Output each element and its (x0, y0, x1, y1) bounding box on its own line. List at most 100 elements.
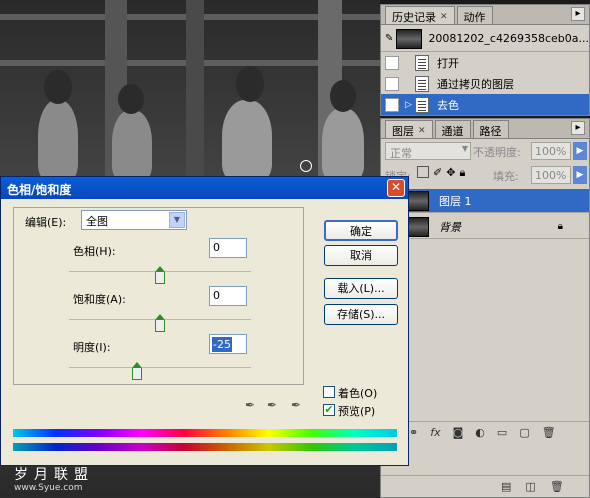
watermark-text: 岁月联盟 (14, 467, 94, 483)
lock-buttons: ✐ ✥ 🔒︎ (417, 166, 465, 180)
history-item-desaturate[interactable]: ▷ 去色 (381, 94, 589, 115)
hue-slider-thumb[interactable] (155, 266, 165, 284)
tab-paths[interactable]: 路径 (472, 120, 509, 138)
adjustment-group (13, 207, 304, 385)
layer-row-layer1[interactable]: 图层 1 (381, 189, 589, 213)
layer-name: 背景 (439, 220, 461, 234)
close-button[interactable]: ✕ (387, 179, 405, 197)
trash-icon[interactable]: 🗑︎ (542, 426, 556, 443)
fill-label: 填充: (493, 170, 519, 183)
preview-checkbox[interactable]: ✔ (323, 404, 335, 416)
photo-figure (222, 100, 272, 180)
close-icon[interactable]: ✕ (418, 126, 426, 136)
opacity-label: 不透明度: (473, 146, 521, 159)
layer-row-background[interactable]: 背景 🔒︎ (381, 215, 589, 239)
photo-figure (38, 100, 78, 180)
chevron-down-icon: ▼ (169, 212, 185, 228)
snapshot-thumbnail (396, 28, 423, 49)
history-item-label: 打开 (437, 56, 459, 70)
opacity-input[interactable]: 100% (531, 142, 571, 160)
link-layers-icon[interactable]: ⚭ (409, 426, 418, 443)
hue-input[interactable]: 0 (209, 238, 247, 258)
chevron-down-icon: ▼ (461, 144, 468, 153)
layers-tabbar: 图层 ✕ 通道 路径 (381, 119, 589, 139)
opacity-arrow-icon[interactable]: ▶ (573, 142, 587, 160)
tab-layers[interactable]: 图层 ✕ (385, 120, 433, 138)
eyedropper-minus-icon[interactable]: ✒ (291, 398, 305, 412)
source-spectrum-bar (13, 429, 397, 437)
edit-label: 编辑(E): (23, 214, 69, 230)
lightness-label: 明度(I): (73, 341, 111, 354)
history-source-checkbox[interactable] (385, 55, 399, 70)
layer-mask-icon[interactable]: ◙ (453, 426, 464, 443)
lock-position-icon[interactable]: ✥ (446, 166, 455, 180)
eyedropper-plus-icon[interactable]: ✒ (267, 398, 281, 412)
result-spectrum-bar (13, 443, 397, 451)
photo-figure-head (44, 70, 72, 104)
fill-input[interactable]: 100% (531, 166, 571, 184)
adjustment-layer-icon[interactable]: ◐ (475, 426, 485, 443)
tab-actions[interactable]: 动作 (456, 6, 493, 24)
new-document-icon[interactable]: ▤ (501, 480, 511, 497)
brush-icon: ✎ (385, 33, 394, 44)
layer-style-icon[interactable]: fx (430, 426, 440, 443)
hue-saturation-dialog: 色相/饱和度 ✕ 编辑(E): 全图 ▼ 色相(H): 0 饱和度(A): 0 … (0, 176, 409, 466)
history-item-label: 通过拷贝的图层 (437, 77, 514, 91)
lightness-slider-thumb[interactable] (132, 362, 143, 380)
fill-arrow-icon[interactable]: ▶ (573, 166, 587, 184)
lock-transparency-icon[interactable] (417, 166, 429, 178)
history-tabbar: 历史记录 ✕ 动作 (381, 5, 589, 25)
history-source-checkbox[interactable] (385, 97, 399, 112)
edit-select-value: 全图 (86, 215, 108, 228)
photo-figure-head (118, 84, 144, 114)
photo-pillar (186, 0, 204, 180)
layer-name: 图层 1 (439, 194, 472, 208)
history-item-label: 去色 (437, 98, 459, 112)
new-layer-icon[interactable]: ▢ (519, 426, 529, 443)
blend-mode-select[interactable]: 正常 ▼ (385, 142, 471, 160)
close-icon[interactable]: ✕ (440, 12, 448, 22)
eyedropper-icon[interactable]: ✒ (245, 398, 259, 412)
photo-figure-head (330, 80, 356, 112)
dialog-title: 色相/饱和度 (7, 183, 72, 197)
history-item-open[interactable]: 打开 (381, 52, 589, 73)
cancel-button[interactable]: 取消 (324, 245, 398, 266)
save-button[interactable]: 存储(S)... (324, 304, 398, 325)
history-snapshot[interactable]: ✎ 20081202_c4269358ceb0a... (381, 26, 589, 52)
lightness-value: -25 (212, 337, 232, 352)
tab-label: 通道 (441, 124, 464, 138)
panel-menu-icon[interactable]: ▸ (571, 121, 585, 135)
snapshot-camera-icon[interactable]: ◫ (525, 480, 535, 497)
dialog-title-bar[interactable]: 色相/饱和度 (1, 177, 408, 199)
history-item-copy-layer[interactable]: 通过拷贝的图层 (381, 73, 589, 94)
trash-icon[interactable]: 🗑︎ (550, 480, 564, 497)
tab-history[interactable]: 历史记录 ✕ (385, 6, 455, 24)
saturation-input[interactable]: 0 (209, 286, 247, 306)
edit-select[interactable]: 全图 ▼ (81, 210, 187, 230)
lock-all-icon[interactable]: 🔒︎ (459, 166, 465, 180)
load-button[interactable]: 载入(L)... (324, 278, 398, 299)
lightness-input[interactable]: -25 (209, 334, 247, 354)
colorize-label: 着色(O) (338, 387, 378, 400)
tab-label: 图层 (392, 124, 414, 138)
photo-figure (112, 110, 152, 180)
tab-label: 动作 (463, 10, 486, 24)
ok-button[interactable]: 确定 (324, 220, 398, 241)
history-source-checkbox[interactable] (385, 76, 399, 91)
panel-menu-icon[interactable]: ▸ (571, 7, 585, 21)
layers-panel: 图层✕ 通道 路径 ▸ 正常 ▼ 不透明度: 100% ▶ 锁定: ✐ ✥ 🔒︎… (380, 118, 590, 498)
tab-channels[interactable]: 通道 (434, 120, 471, 138)
saturation-label: 饱和度(A): (73, 293, 126, 306)
snapshot-label: 20081202_c4269358ceb0a... (428, 32, 589, 45)
document-icon (415, 75, 429, 92)
preview-label: 预览(P) (338, 405, 376, 418)
new-group-icon[interactable]: ▭ (497, 426, 507, 443)
current-state-arrow-icon: ▷ (405, 99, 412, 110)
history-panel: 历史记录 ✕ 动作 ▸ ✎ 20081202_c4269358ceb0a... 打… (380, 4, 590, 116)
lightness-slider-track[interactable] (69, 367, 251, 368)
photo-figure (322, 108, 364, 180)
saturation-slider-thumb[interactable] (155, 314, 165, 332)
colorize-checkbox[interactable] (323, 386, 335, 398)
watermark-url: www.Syue.com (14, 483, 83, 493)
lock-pixels-icon[interactable]: ✐ (433, 166, 442, 180)
